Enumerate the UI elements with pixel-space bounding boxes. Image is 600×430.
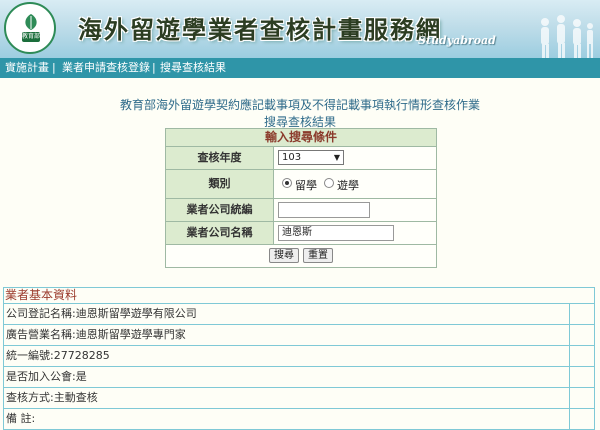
tax-id-input[interactable] [278,202,370,218]
page-heading: 教育部海外留遊學契約應記載事項及不得記載事項執行情形查核作業 [119,98,480,112]
year-select-value: 103 [282,152,302,163]
company-row: 業者公司名稱 迪恩斯 [166,222,436,245]
search-form-title: 輸入搜尋條件 [166,129,436,147]
tax-id-value: 統一編號:27728285 [6,349,110,362]
nav-separator: | [52,61,56,74]
form-buttons: 搜尋 重置 [166,245,436,267]
search-button[interactable]: 搜尋 [269,248,299,263]
nav-separator: | [152,61,156,74]
category-label: 類別 [166,170,274,198]
table-row: 統一編號:27728285 [4,346,594,367]
remarks: 備 註: [6,412,36,425]
students-silhouette-icon [541,15,593,58]
main-nav: 實施計畫 | 業者申請查核登錄 | 搜尋查核結果 [0,58,600,78]
association-member: 是否加入公會:是 [6,370,87,383]
table-row: 廣告營業名稱:迪恩斯留學遊學專門家 [4,325,594,346]
year-label: 查核年度 [166,147,274,169]
nav-item-apply[interactable]: 業者申請查核登錄 [62,58,150,78]
nav-item-search-results[interactable]: 搜尋查核結果 [160,58,226,78]
table-row: 公司登記名稱:迪恩斯留學遊學有限公司 [4,304,594,325]
category-option-tour: 遊學 [337,179,359,192]
category-radio-study[interactable] [282,178,292,188]
category-row: 類別 留學 遊學 [166,170,436,199]
ministry-logo[interactable]: 教育部 [4,2,56,54]
header-banner: 教育部 海外留遊學業者查核計畫服務網 Studyabroad [0,0,600,58]
tax-id-row: 業者公司統編 [166,199,436,222]
category-radio-tour[interactable] [324,178,334,188]
company-label: 業者公司名稱 [166,222,274,244]
search-form: 輸入搜尋條件 查核年度 103 ▼ 類別 留學 遊學 業者公司統編 業者公司名稱… [165,128,437,268]
company-info-title: 業者基本資料 [4,288,594,304]
site-tagline: Studyabroad [418,34,496,47]
year-row: 查核年度 103 ▼ [166,147,436,170]
audit-method: 查核方式:主動查核 [6,391,98,404]
year-select[interactable]: 103 ▼ [278,150,344,165]
table-row: 查核方式:主動查核 [4,388,594,409]
company-info-table: 業者基本資料 公司登記名稱:迪恩斯留學遊學有限公司 廣告營業名稱:迪恩斯留學遊學… [3,287,595,430]
reset-button[interactable]: 重置 [303,248,333,263]
table-row: 備 註: [4,409,594,429]
tax-id-label: 業者公司統編 [166,199,274,221]
site-title[interactable]: 海外留遊學業者查核計畫服務網 [78,10,442,45]
dropdown-arrow-icon: ▼ [333,153,340,162]
nav-item-plan[interactable]: 實施計畫 [5,58,49,78]
table-row: 是否加入公會:是 [4,367,594,388]
advertised-name: 廣告營業名稱:迪恩斯留學遊學專門家 [6,328,186,341]
category-option-study: 留學 [295,179,317,192]
company-name-input[interactable]: 迪恩斯 [278,225,394,241]
leaf-emblem-icon [25,14,37,30]
registered-name: 公司登記名稱:迪恩斯留學遊學有限公司 [6,307,197,320]
logo-badge: 教育部 [22,32,41,42]
